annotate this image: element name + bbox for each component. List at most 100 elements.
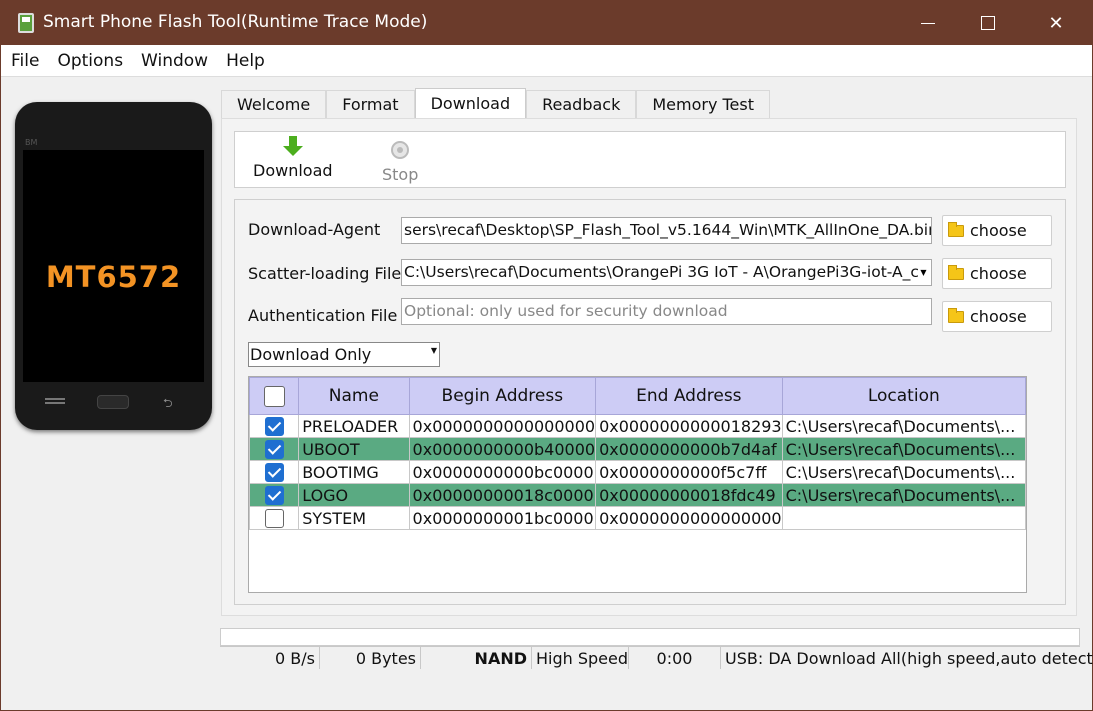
row-checkbox-cell[interactable] <box>248 483 300 507</box>
cell-name: PRELOADER <box>298 414 410 438</box>
cell-name: LOGO <box>298 483 410 507</box>
status-bytes: 0 Bytes <box>320 646 421 669</box>
cell-name: BOOTIMG <box>298 460 410 484</box>
row-checkbox[interactable] <box>264 486 284 505</box>
status-time: 0:00 <box>629 646 721 669</box>
app-window: Smart Phone Flash Tool(Runtime Trace Mod… <box>0 0 1093 711</box>
table-row[interactable]: LOGO 0x00000000018c0000 0x00000000018fdc… <box>248 483 1027 507</box>
cell-location[interactable]: C:\Users\recaf\Documents\... <box>781 483 1027 507</box>
stop-button-label: Stop <box>382 165 419 184</box>
close-icon: ✕ <box>1048 12 1064 34</box>
progress-bar <box>220 628 1080 646</box>
cell-location[interactable] <box>781 506 1027 530</box>
header-begin-address: Begin Address <box>408 377 597 415</box>
row-checkbox[interactable] <box>264 440 284 459</box>
menu-file[interactable]: File <box>11 51 39 71</box>
partition-table: Name Begin Address End Address Location … <box>248 376 1027 593</box>
scatter-file-field[interactable]: C:\Users\recaf\Documents\OrangePi 3G IoT… <box>401 259 932 286</box>
menu-window[interactable]: Window <box>141 51 208 71</box>
status-usb: USB: DA Download All(high speed,auto det… <box>721 646 1093 669</box>
table-row[interactable]: PRELOADER 0x0000000000000000 0x000000000… <box>248 414 1027 438</box>
table-header-row: Name Begin Address End Address Location <box>248 377 1027 415</box>
menu-help[interactable]: Help <box>226 51 265 71</box>
download-arrow-icon <box>282 136 303 156</box>
chevron-down-icon[interactable]: ▼ <box>918 263 929 282</box>
stop-button[interactable]: Stop <box>382 138 418 184</box>
cell-end: 0x0000000000b7d4af <box>595 437 783 461</box>
toolbar: Download Stop <box>234 131 1066 188</box>
cell-end: 0x0000000000000000 <box>595 506 783 530</box>
tab-readback[interactable]: Readback <box>526 90 637 118</box>
row-checkbox-cell[interactable] <box>248 506 300 530</box>
folder-icon <box>948 221 964 237</box>
row-checkbox[interactable] <box>264 417 284 436</box>
download-button[interactable]: Download <box>253 136 333 180</box>
phone-home-icon <box>97 395 129 409</box>
tab-download[interactable]: Download <box>414 88 527 118</box>
choose-label: choose <box>970 307 1027 326</box>
menu-bar: File Options Window Help <box>1 45 1092 77</box>
choose-authentication-file-button[interactable]: choose <box>942 301 1052 332</box>
close-button[interactable]: ✕ <box>1026 1 1086 45</box>
tab-format[interactable]: Format <box>326 90 415 118</box>
row-checkbox-cell[interactable] <box>248 414 300 438</box>
authentication-file-field[interactable]: Optional: only used for security downloa… <box>401 298 932 325</box>
phone-menu-icon <box>45 398 65 404</box>
download-agent-field[interactable]: sers\recaf\Desktop\SP_Flash_Tool_v5.1644… <box>401 217 932 244</box>
phone-illustration: BM MT6572 ⮌ <box>15 102 212 430</box>
menu-options[interactable]: Options <box>57 51 123 71</box>
download-panel: Download Stop Download-Agent sers\recaf\… <box>221 118 1077 616</box>
maximize-button[interactable] <box>958 1 1018 45</box>
table-row[interactable]: SYSTEM 0x0000000001bc0000 0x000000000000… <box>248 506 1027 530</box>
phone-brand-mark: BM <box>25 138 38 147</box>
row-checkbox[interactable] <box>264 509 284 528</box>
cell-location[interactable]: C:\Users\recaf\Documents\... <box>781 437 1027 461</box>
minimize-icon <box>921 22 935 24</box>
header-name: Name <box>298 377 410 415</box>
minimize-button[interactable] <box>898 1 958 45</box>
tab-bar: Welcome Format Download Readback Memory … <box>221 88 771 118</box>
title-bar: Smart Phone Flash Tool(Runtime Trace Mod… <box>1 1 1092 45</box>
choose-download-agent-button[interactable]: choose <box>942 215 1052 246</box>
status-bar: 0 B/s 0 Bytes NAND High Speed 0:00 USB: … <box>220 646 1093 669</box>
download-form: Download-Agent sers\recaf\Desktop\SP_Fla… <box>234 199 1066 605</box>
cell-location[interactable]: C:\Users\recaf\Documents\... <box>781 414 1027 438</box>
cell-name: UBOOT <box>298 437 410 461</box>
cell-begin: 0x0000000001bc0000 <box>408 506 597 530</box>
cell-end: 0x00000000018fdc49 <box>595 483 783 507</box>
chevron-down-icon: ▼ <box>430 346 437 355</box>
phone-screen: MT6572 <box>23 150 204 382</box>
tab-welcome[interactable]: Welcome <box>221 90 327 118</box>
cell-name: SYSTEM <box>298 506 410 530</box>
stop-icon <box>391 141 410 159</box>
row-checkbox-cell[interactable] <box>248 437 300 461</box>
status-speed-mode: High Speed <box>532 646 629 669</box>
tab-memory-test[interactable]: Memory Test <box>636 90 771 118</box>
table-row[interactable]: UBOOT 0x0000000000b40000 0x0000000000b7d… <box>248 437 1027 461</box>
cell-end: 0x0000000000018293 <box>595 414 783 438</box>
download-mode-select[interactable]: Download Only ▼ <box>248 342 440 367</box>
choose-scatter-file-button[interactable]: choose <box>942 258 1052 289</box>
authentication-file-label: Authentication File <box>248 306 398 325</box>
header-end-address: End Address <box>595 377 783 415</box>
status-storage: NAND <box>421 646 532 669</box>
cell-location[interactable]: C:\Users\recaf\Documents\... <box>781 460 1027 484</box>
cell-begin: 0x0000000000b40000 <box>408 437 597 461</box>
maximize-icon <box>981 16 995 30</box>
folder-icon <box>948 264 964 280</box>
phone-back-icon: ⮌ <box>163 396 173 410</box>
row-checkbox-cell[interactable] <box>248 460 300 484</box>
row-checkbox[interactable] <box>264 463 284 482</box>
table-row[interactable]: BOOTIMG 0x0000000000bc0000 0x0000000000f… <box>248 460 1027 484</box>
cell-end: 0x0000000000f5c7ff <box>595 460 783 484</box>
select-all-checkbox[interactable] <box>263 385 285 407</box>
select-all-header[interactable] <box>248 377 300 415</box>
choose-label: choose <box>970 264 1027 283</box>
cell-begin: 0x0000000000bc0000 <box>408 460 597 484</box>
header-location: Location <box>781 377 1027 415</box>
chip-label: MT6572 <box>45 260 182 294</box>
cell-begin: 0x00000000018c0000 <box>408 483 597 507</box>
cell-begin: 0x0000000000000000 <box>408 414 597 438</box>
window-title: Smart Phone Flash Tool(Runtime Trace Mod… <box>43 12 428 32</box>
choose-label: choose <box>970 221 1027 240</box>
